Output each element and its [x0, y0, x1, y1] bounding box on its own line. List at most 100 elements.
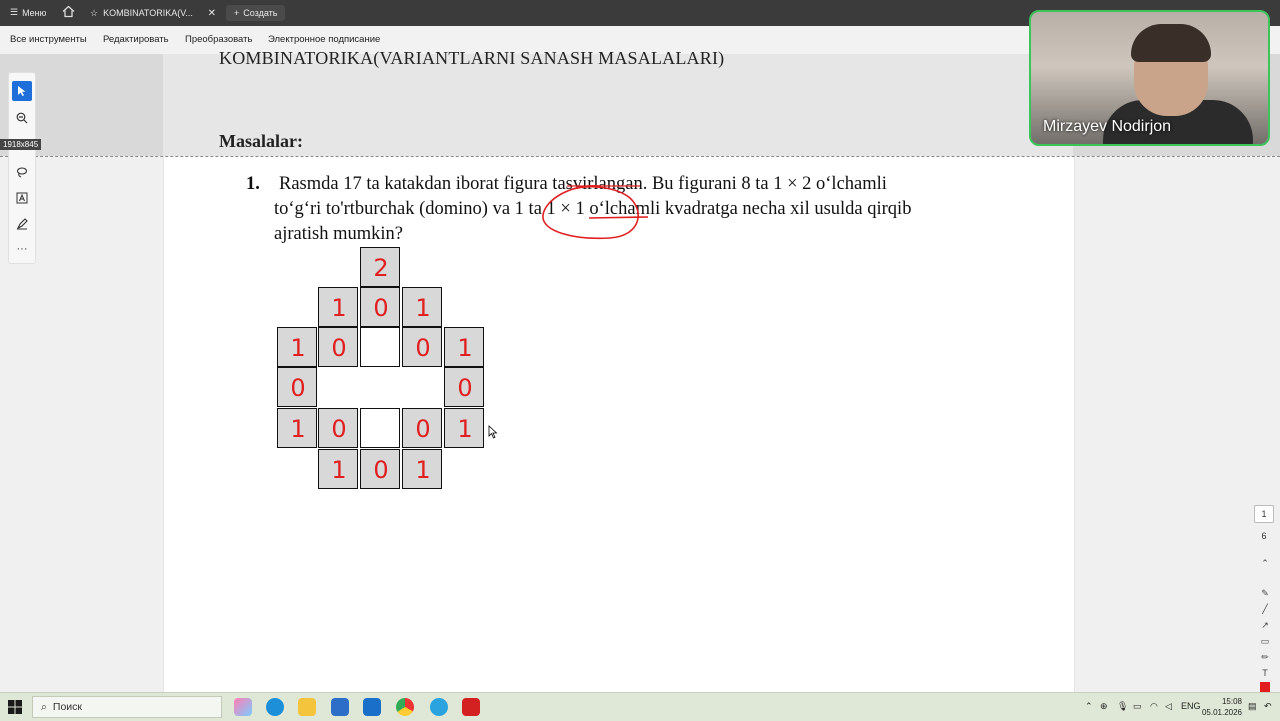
grid-cell-empty [402, 367, 442, 407]
grid-cell: 0 [277, 367, 317, 407]
grid-cell: 0 [318, 408, 358, 448]
grid-cell-empty [360, 327, 400, 367]
grid-mark: 2 [373, 254, 389, 282]
clock[interactable]: 15:08 05.01.2026 [1200, 696, 1242, 718]
grid-mark: 0 [331, 334, 347, 362]
new-tab-label: Создать [243, 8, 278, 18]
grid-mark: 0 [290, 374, 306, 402]
tab-title: KOMBINATORIKA(V... [103, 8, 193, 18]
drawing-tools: ✎ ╱ ↗ ▭ ✏ T [1256, 582, 1274, 694]
pen-icon[interactable]: ✏ [1256, 650, 1274, 664]
grid-cell: 1 [402, 449, 442, 489]
grid-cell: 2 [360, 247, 400, 287]
total-pages: 6 [1261, 531, 1267, 541]
chrome-icon[interactable] [396, 698, 414, 716]
plus-icon: + [234, 8, 240, 18]
grid-cell: 1 [277, 408, 317, 448]
color-swatch[interactable] [1260, 682, 1270, 692]
star-icon: ☆ [90, 7, 99, 18]
section-heading: Masalalar: [219, 131, 303, 151]
grid-cell: 0 [402, 327, 442, 367]
file-explorer-icon[interactable] [298, 698, 316, 716]
webcam-person-hair [1131, 24, 1211, 62]
microphone-icon[interactable]: 🎙 [1117, 701, 1128, 712]
store-icon[interactable] [331, 698, 349, 716]
grid-cell: 1 [318, 287, 358, 327]
grid-cell: 0 [360, 287, 400, 327]
close-icon[interactable]: ✕ [208, 8, 216, 19]
acrobat-icon[interactable] [462, 698, 480, 716]
problem-number: 1. [246, 174, 260, 194]
copilot-icon[interactable] [234, 698, 252, 716]
menu-label: Меню [22, 7, 47, 18]
grid-mark: 0 [415, 334, 431, 362]
language-indicator[interactable]: ENG [1181, 701, 1201, 711]
grid-cell: 1 [318, 449, 358, 489]
volume-icon[interactable]: ◁ [1165, 701, 1172, 712]
windows-start-icon[interactable] [8, 700, 22, 714]
sign-pen-icon[interactable] [12, 214, 32, 234]
grid-cell: 1 [277, 327, 317, 367]
lower-document-region [0, 157, 1280, 692]
grid-mark: 1 [331, 294, 347, 322]
menu-item-e-sign[interactable]: Электронное подписание [268, 34, 380, 45]
grid-cell: 1 [402, 287, 442, 327]
grid-mark: 1 [457, 334, 473, 362]
zoom-out-icon[interactable] [12, 108, 32, 128]
arrow-icon[interactable]: ↗ [1256, 618, 1274, 632]
dimension-badge: 1918x845 [0, 139, 42, 150]
grid-mark: 1 [457, 415, 473, 443]
chevron-up-icon[interactable]: ⌃ [1256, 556, 1274, 570]
grid-mark: 1 [415, 294, 431, 322]
select-cursor-icon[interactable] [12, 81, 32, 101]
highlighter-icon[interactable]: ✎ [1256, 586, 1274, 600]
grid-mark: 0 [457, 374, 473, 402]
menu-item-all-tools[interactable]: Все инструменты [10, 34, 87, 45]
grid-cell: 0 [360, 449, 400, 489]
line-icon[interactable]: ╱ [1256, 602, 1274, 616]
taskbar-search[interactable]: ⌕ Поиск [32, 696, 222, 718]
webcam-overlay[interactable]: Mirzayev Nodirjon [1029, 10, 1270, 146]
taskbar: ⌕ Поиск ⌃ ⊕ 🎙 ▭ ◠ ◁ ENG 15:08 05.01.2026… [0, 692, 1280, 721]
participant-name: Mirzayev Nodirjon [1043, 118, 1172, 135]
text-select-icon[interactable] [12, 188, 32, 208]
clock-date: 05.01.2026 [1201, 708, 1242, 717]
battery-icon[interactable]: ▭ [1133, 701, 1142, 712]
grid-mark: 0 [373, 294, 389, 322]
tool-rail: ··· [8, 72, 36, 264]
grid-mark: 1 [290, 334, 306, 362]
rectangle-icon[interactable]: ▭ [1256, 634, 1274, 648]
grid-cell: 0 [402, 408, 442, 448]
home-icon[interactable] [62, 5, 75, 20]
grid-cell: 1 [444, 327, 484, 367]
clock-time: 15:08 [1221, 697, 1242, 706]
grid-mark: 0 [331, 415, 347, 443]
text-tool-icon[interactable]: T [1256, 666, 1274, 680]
page-indicator: 1 6 [1254, 505, 1274, 541]
current-page[interactable]: 1 [1254, 505, 1274, 523]
outlook-icon[interactable] [363, 698, 381, 716]
more-tools-icon[interactable]: ··· [12, 239, 32, 259]
grid-cell-empty [318, 367, 358, 407]
grid-cell-empty [360, 408, 400, 448]
hamburger-icon: ☰ [10, 7, 19, 17]
edge-icon[interactable] [266, 698, 284, 716]
menu-button[interactable]: ☰ Меню [10, 7, 46, 18]
grid-cell: 1 [444, 408, 484, 448]
menu-item-edit[interactable]: Редактировать [103, 34, 169, 45]
grid-cell: 0 [318, 327, 358, 367]
chevron-up-tray-icon[interactable]: ⌃ [1085, 701, 1093, 712]
document-tab[interactable]: ☆ KOMBINATORIKA(V... ✕ [86, 3, 222, 23]
telegram-icon[interactable] [430, 698, 448, 716]
new-tab-button[interactable]: + Создать [226, 5, 286, 21]
back-icon[interactable]: ↶ [1264, 701, 1272, 712]
lasso-icon[interactable] [12, 162, 32, 182]
grid-cell: 0 [444, 367, 484, 407]
problem-line-2: to‘g‘ri to'rtburchak (domino) va 1 ta 1 … [274, 199, 912, 219]
notification-icon[interactable]: ▤ [1248, 701, 1257, 712]
menu-item-convert[interactable]: Преобразовать [185, 34, 252, 45]
network-icon[interactable]: ⊕ [1100, 701, 1108, 712]
search-placeholder: Поиск [52, 701, 82, 713]
grid-mark: 0 [373, 456, 389, 484]
wifi-icon[interactable]: ◠ [1150, 701, 1158, 712]
